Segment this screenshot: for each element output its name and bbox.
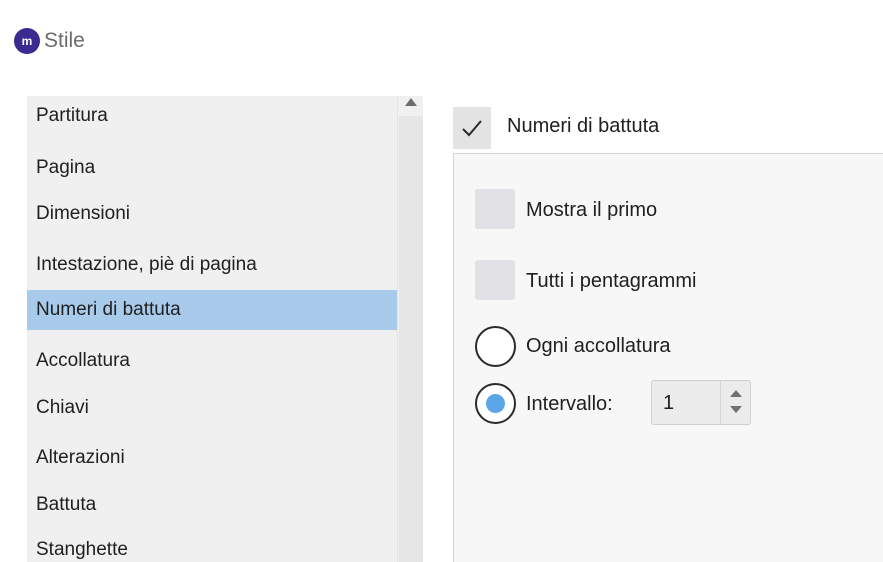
intervallo-spinbox[interactable]: 1	[651, 380, 751, 425]
window-title: Stile	[44, 29, 85, 52]
mostra-il-primo-checkbox[interactable]	[475, 189, 515, 229]
checkmark-icon	[462, 120, 482, 137]
sidebar-item-numeri-di-battuta[interactable]: Numeri di battuta	[27, 290, 397, 330]
scroll-thumb[interactable]	[399, 116, 423, 562]
spin-up-arrow-icon[interactable]	[721, 381, 751, 402]
musescore-logo-icon: m	[14, 28, 40, 54]
intervallo-label: Intervallo:	[526, 393, 613, 415]
sidebar-item-partitura[interactable]: Partitura	[27, 96, 397, 136]
ogni-accollatura-label: Ogni accollatura	[526, 335, 671, 357]
numeri-di-battuta-checkbox[interactable]	[453, 107, 491, 149]
intervallo-radio[interactable]	[475, 383, 516, 424]
style-categories-list[interactable]: Partitura Pagina Dimensioni Intestazione…	[27, 96, 423, 562]
sidebar-item-pagina[interactable]: Pagina	[27, 148, 397, 188]
radio-selected-dot	[486, 394, 505, 413]
spin-buttons	[720, 381, 750, 424]
sidebar-item-dimensioni[interactable]: Dimensioni	[27, 194, 397, 234]
sidebar-item-chiavi[interactable]: Chiavi	[27, 388, 397, 428]
title-bar: m Stile	[0, 0, 883, 86]
mostra-il-primo-label: Mostra il primo	[526, 199, 658, 221]
panel-title: Numeri di battuta	[507, 115, 660, 137]
sidebar-item-alterazioni[interactable]: Alterazioni	[27, 438, 397, 478]
sidebar-item-accollatura[interactable]: Accollatura	[27, 341, 397, 381]
sidebar-item-stanghette[interactable]: Stanghette	[27, 530, 397, 562]
ogni-accollatura-radio[interactable]	[475, 326, 516, 367]
intervallo-value[interactable]: 1	[663, 392, 674, 415]
sidebar-item-battuta[interactable]: Battuta	[27, 485, 397, 525]
spin-down-arrow-icon[interactable]	[721, 402, 751, 423]
scroll-up-arrow-icon[interactable]	[405, 98, 417, 106]
tutti-i-pentagrammi-checkbox[interactable]	[475, 260, 515, 300]
tutti-i-pentagrammi-label: Tutti i pentagrammi	[526, 270, 697, 292]
sidebar-item-intestazione[interactable]: Intestazione, piè di pagina	[27, 245, 397, 285]
sidebar-scrollbar[interactable]	[397, 96, 423, 562]
